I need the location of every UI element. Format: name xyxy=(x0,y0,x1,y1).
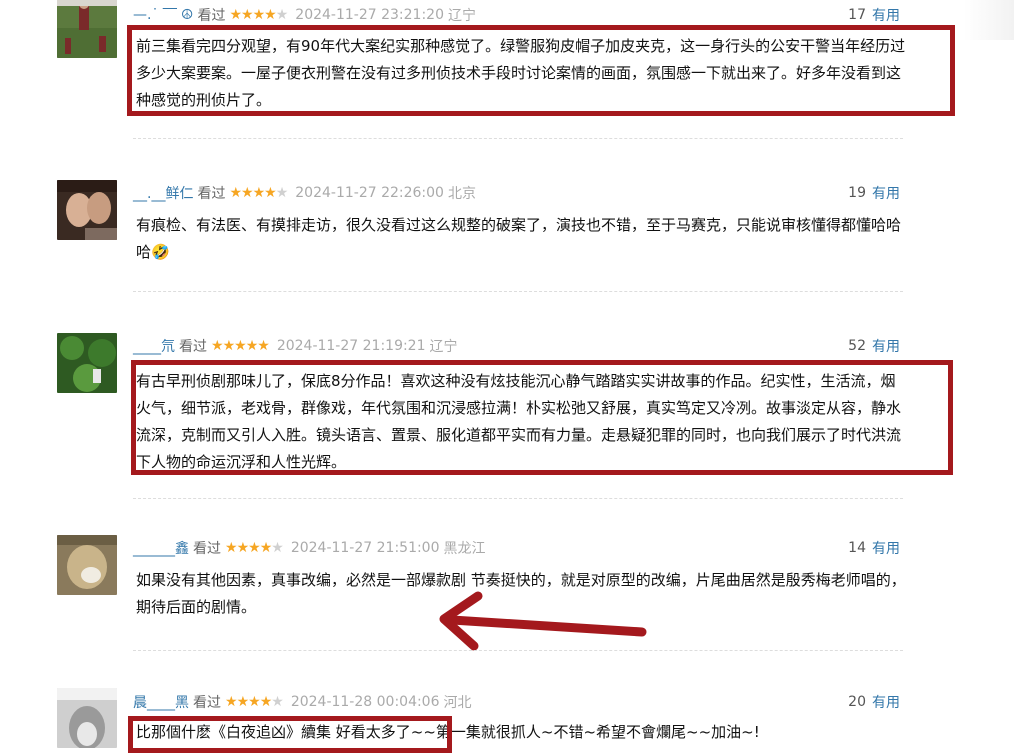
useful-button[interactable]: 有用 xyxy=(872,183,900,203)
vote-area: 20 有用 xyxy=(848,691,900,713)
divider xyxy=(133,138,903,139)
vote-count: 20 xyxy=(848,694,866,710)
star-filled-icon: ★ xyxy=(229,7,242,23)
star-filled-icon: ★ xyxy=(252,7,266,23)
avatar[interactable] xyxy=(57,333,117,393)
rating-stars: ★ ★ ★ ★ ★ xyxy=(229,7,289,23)
star-empty-icon: ★ xyxy=(275,7,289,23)
star-filled-icon: ★ xyxy=(241,7,254,23)
watched-label: 看过 xyxy=(193,541,221,557)
user-badge-icon: ☮ xyxy=(180,7,194,23)
star-filled-icon: ★ xyxy=(264,185,277,201)
watched-label: 看过 xyxy=(179,339,207,355)
review-time: 2024-11-28 00:04:06 xyxy=(290,694,440,710)
star-filled-icon: ★ xyxy=(248,540,261,556)
watched-label: 看过 xyxy=(193,695,221,711)
star-filled-icon: ★ xyxy=(259,694,273,710)
annotation-arrow-icon xyxy=(439,591,647,651)
vote-count: 52 xyxy=(848,338,866,354)
avatar[interactable] xyxy=(57,0,117,58)
star-filled-icon: ★ xyxy=(257,338,270,354)
star-filled-icon: ★ xyxy=(236,694,250,710)
star-filled-icon: ★ xyxy=(252,185,266,201)
avatar[interactable] xyxy=(57,180,117,240)
review-time: 2024-11-27 21:51:00 xyxy=(290,540,440,556)
star-empty-icon: ★ xyxy=(275,185,289,201)
divider xyxy=(133,291,903,292)
review-location: 黑龙江 xyxy=(443,541,486,557)
review-time: 2024-11-27 22:26:00 xyxy=(295,185,444,201)
star-filled-icon: ★ xyxy=(225,540,238,556)
divider xyxy=(133,650,903,651)
watched-label: 看过 xyxy=(197,186,226,202)
star-filled-icon: ★ xyxy=(264,7,277,23)
vote-count: 14 xyxy=(848,540,866,556)
vote-count: 19 xyxy=(848,185,866,201)
useful-button[interactable]: 有用 xyxy=(872,692,900,712)
rating-stars: ★ ★ ★ ★ ★ xyxy=(211,338,270,354)
review-meta: 晨____黑 看过 ★ ★ ★ ★ ★ 2024-11-28 00:04:06 河北 xyxy=(133,691,472,713)
review-location: 辽宁 xyxy=(447,8,476,24)
highlight-box xyxy=(128,716,452,753)
rating-stars: ★ ★ ★ ★ ★ xyxy=(225,694,284,710)
review-meta: —.˙ ‾‾ ☮ 看过 ★ ★ ★ ★ ★ 2024-11-27 23:21:20 辽宁 xyxy=(133,4,476,26)
useful-button[interactable]: 有用 xyxy=(872,5,900,25)
star-filled-icon: ★ xyxy=(245,338,259,354)
scrollbar-edge xyxy=(964,0,1014,40)
divider xyxy=(133,498,903,499)
review-location: 河北 xyxy=(443,695,472,711)
review-meta: ______鑫 看过 ★ ★ ★ ★ ★ 2024-11-27 21:51:00 黑龙江 xyxy=(133,537,486,559)
vote-count: 17 xyxy=(848,7,866,23)
highlight-box xyxy=(131,360,953,475)
review-location: 北京 xyxy=(447,186,476,202)
username-link[interactable]: 晨____黑 xyxy=(133,692,189,712)
vote-area: 52 有用 xyxy=(848,335,900,357)
star-filled-icon: ★ xyxy=(248,694,261,710)
rating-stars: ★ ★ ★ ★ ★ xyxy=(225,540,284,556)
avatar[interactable] xyxy=(57,535,117,595)
vote-area: 14 有用 xyxy=(848,537,900,559)
avatar[interactable] xyxy=(57,688,117,748)
star-filled-icon: ★ xyxy=(225,694,238,710)
review-content: 有痕检、有法医、有摸排走访，很久没看过这么规整的破案了，演技也不错，至于马赛克，… xyxy=(136,216,902,261)
username-link[interactable]: —.˙ ‾‾ xyxy=(133,7,177,23)
star-filled-icon: ★ xyxy=(234,338,247,354)
star-filled-icon: ★ xyxy=(241,185,254,201)
review-meta: __.__鲜仁 看过 ★ ★ ★ ★ ★ 2024-11-27 22:26:00 北京 xyxy=(133,182,476,204)
useful-button[interactable]: 有用 xyxy=(872,538,900,558)
username-link[interactable]: ______鑫 xyxy=(133,538,189,558)
review-time: 2024-11-27 21:19:21 xyxy=(276,338,426,354)
useful-button[interactable]: 有用 xyxy=(872,336,900,356)
star-filled-icon: ★ xyxy=(222,338,236,354)
vote-area: 19 有用 xyxy=(848,182,900,204)
username-link[interactable]: ____氘 xyxy=(133,336,175,356)
watched-label: 看过 xyxy=(197,8,226,24)
review-location: 辽宁 xyxy=(429,339,458,355)
highlight-box xyxy=(127,25,955,116)
username-link[interactable]: __.__鲜仁 xyxy=(133,183,193,203)
rating-stars: ★ ★ ★ ★ ★ xyxy=(229,185,289,201)
star-filled-icon: ★ xyxy=(259,540,273,556)
review-time: 2024-11-27 23:21:20 xyxy=(295,7,444,23)
review-meta: ____氘 看过 ★ ★ ★ ★ ★ 2024-11-27 21:19:21 辽宁 xyxy=(133,335,458,357)
star-filled-icon: ★ xyxy=(229,185,242,201)
star-empty-icon: ★ xyxy=(271,540,284,556)
vote-area: 17 有用 xyxy=(848,4,900,26)
star-empty-icon: ★ xyxy=(271,694,284,710)
star-filled-icon: ★ xyxy=(211,338,224,354)
star-filled-icon: ★ xyxy=(236,540,250,556)
